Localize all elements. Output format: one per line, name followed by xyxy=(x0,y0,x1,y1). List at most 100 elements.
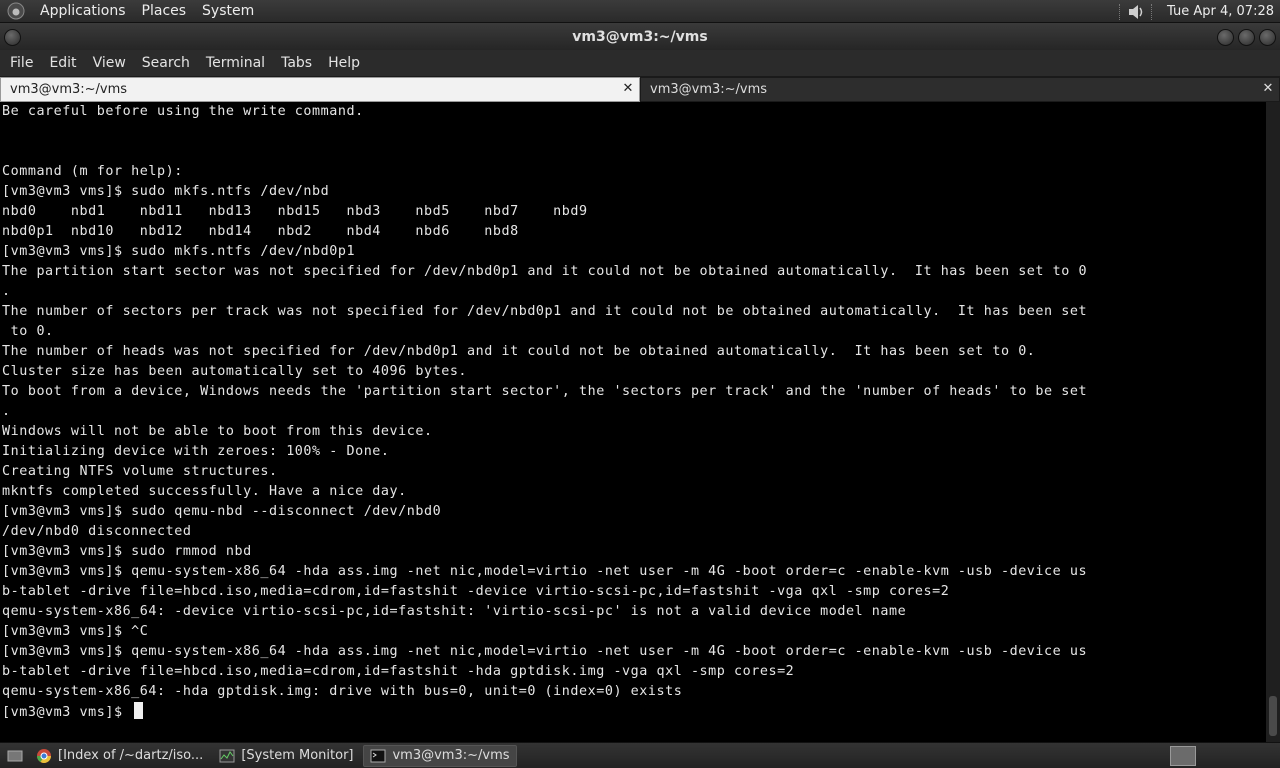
terminal-line: qemu-system-x86_64: -device virtio-scsi-… xyxy=(0,602,1266,622)
terminal-line-text: b-tablet -drive file=hbcd.iso,media=cdro… xyxy=(2,664,795,679)
terminal-line: [vm3@vm3 vms]$ sudo mkfs.ntfs /dev/nbd xyxy=(0,182,1266,202)
window-title: vm3@vm3:~/vms xyxy=(572,28,708,45)
terminal-line-text: [vm3@vm3 vms]$ ^C xyxy=(2,624,149,639)
taskbar-item-system-monitor[interactable]: [System Monitor] xyxy=(213,745,359,767)
terminal-line: b-tablet -drive file=hbcd.iso,media=cdro… xyxy=(0,582,1266,602)
bottom-panel: [Index of /~dartz/iso... [System Monitor… xyxy=(0,742,1280,768)
menu-terminal[interactable]: Terminal xyxy=(198,50,273,76)
terminal-line-text: . xyxy=(2,284,11,299)
places-menu[interactable]: Places xyxy=(134,0,195,23)
panel-tray: Tue Apr 4, 07:28 xyxy=(1113,0,1274,23)
terminal-output[interactable]: Be careful before using the write comman… xyxy=(0,102,1266,742)
terminal-line-text: /dev/nbd0 disconnected xyxy=(2,524,192,539)
terminal-line-text: Creating NTFS volume structures. xyxy=(2,464,278,479)
terminal-line: To boot from a device, Windows needs the… xyxy=(0,382,1266,402)
show-desktop-icon[interactable] xyxy=(6,747,24,765)
tab-label: vm3@vm3:~/vms xyxy=(650,82,768,97)
menu-edit[interactable]: Edit xyxy=(41,50,84,76)
menu-file[interactable]: File xyxy=(2,50,41,76)
terminal-line: to 0. xyxy=(0,322,1266,342)
terminal-line-text: [vm3@vm3 vms]$ xyxy=(2,705,132,720)
maximize-button[interactable] xyxy=(1238,29,1255,46)
menu-search[interactable]: Search xyxy=(134,50,198,76)
terminal-line-text: [vm3@vm3 vms]$ qemu-system-x86_64 -hda a… xyxy=(2,644,1088,659)
terminal-line: Windows will not be able to boot from th… xyxy=(0,422,1266,442)
menu-tabs[interactable]: Tabs xyxy=(273,50,320,76)
terminal-icon xyxy=(370,748,386,764)
terminal-line-text: mkntfs completed successfully. Have a ni… xyxy=(2,484,407,499)
terminal-line: The number of sectors per track was not … xyxy=(0,302,1266,322)
terminal-line-text: The partition start sector was not speci… xyxy=(2,264,1088,279)
system-menu[interactable]: System xyxy=(194,0,262,23)
terminal-line: /dev/nbd0 disconnected xyxy=(0,522,1266,542)
tab-bar: vm3@vm3:~/vms ✕ vm3@vm3:~/vms ✕ xyxy=(0,77,1280,102)
applications-menu[interactable]: Applications xyxy=(32,0,134,23)
terminal-line-text: The number of sectors per track was not … xyxy=(2,304,1088,319)
terminal-line: mkntfs completed successfully. Have a ni… xyxy=(0,482,1266,502)
tab-terminal-2[interactable]: vm3@vm3:~/vms ✕ xyxy=(640,77,1280,102)
terminal-line: Cluster size has been automatically set … xyxy=(0,362,1266,382)
terminal-line: Command (m for help): xyxy=(0,162,1266,182)
system-monitor-icon xyxy=(219,748,235,764)
terminal-line: [vm3@vm3 vms]$ ^C xyxy=(0,622,1266,642)
tab-terminal-1[interactable]: vm3@vm3:~/vms ✕ xyxy=(0,77,640,102)
terminal-line: Initializing device with zeroes: 100% - … xyxy=(0,442,1266,462)
close-button[interactable] xyxy=(1259,29,1276,46)
window-titlebar[interactable]: vm3@vm3:~/vms xyxy=(0,23,1280,50)
terminal-line: . xyxy=(0,282,1266,302)
workspace-switcher[interactable] xyxy=(1170,746,1196,766)
terminal-line: [vm3@vm3 vms]$ xyxy=(0,702,1266,722)
panel-separator xyxy=(1119,3,1121,20)
terminal-line-text: qemu-system-x86_64: -device virtio-scsi-… xyxy=(2,604,907,619)
taskbar-label: vm3@vm3:~/vms xyxy=(392,748,510,763)
taskbar-label: [Index of /~dartz/iso... xyxy=(58,748,204,763)
terminal-line-text: [vm3@vm3 vms]$ qemu-system-x86_64 -hda a… xyxy=(2,564,1088,579)
taskbar-label: [System Monitor] xyxy=(241,748,354,763)
scrollbar-thumb[interactable] xyxy=(1269,696,1277,736)
close-tab-icon[interactable]: ✕ xyxy=(621,82,635,96)
terminal-cursor xyxy=(134,702,144,719)
terminal-line-text: Windows will not be able to boot from th… xyxy=(2,424,433,439)
chrome-icon xyxy=(36,748,52,764)
terminal-line: Creating NTFS volume structures. xyxy=(0,462,1266,482)
terminal-line-text: [vm3@vm3 vms]$ sudo mkfs.ntfs /dev/nbd0p… xyxy=(2,244,356,259)
terminal-line: [vm3@vm3 vms]$ sudo rmmod nbd xyxy=(0,542,1266,562)
terminal-line: nbd0p1 nbd10 nbd12 nbd14 nbd2 nbd4 nbd6 … xyxy=(0,222,1266,242)
top-panel: Applications Places System Tue Apr 4, 07… xyxy=(0,0,1280,23)
terminal-line: [vm3@vm3 vms]$ qemu-system-x86_64 -hda a… xyxy=(0,642,1266,662)
menu-view[interactable]: View xyxy=(85,50,134,76)
terminal-line: The number of heads was not specified fo… xyxy=(0,342,1266,362)
minimize-button[interactable] xyxy=(1217,29,1234,46)
terminal-line-text: Initializing device with zeroes: 100% - … xyxy=(2,444,390,459)
window-menu-button[interactable] xyxy=(4,29,21,46)
terminal-line: qemu-system-x86_64: -hda gptdisk.img: dr… xyxy=(0,682,1266,702)
taskbar-item-terminal[interactable]: vm3@vm3:~/vms xyxy=(363,744,517,767)
terminal-line-text: [vm3@vm3 vms]$ sudo qemu-nbd --disconnec… xyxy=(2,504,442,519)
terminal-line: [vm3@vm3 vms]$ qemu-system-x86_64 -hda a… xyxy=(0,562,1266,582)
terminal-line-text: The number of heads was not specified fo… xyxy=(2,344,1036,359)
terminal-line-text: To boot from a device, Windows needs the… xyxy=(2,384,1088,399)
terminal-line-text: b-tablet -drive file=hbcd.iso,media=cdro… xyxy=(2,584,950,599)
volume-icon[interactable] xyxy=(1127,3,1145,21)
gnome-foot-icon[interactable] xyxy=(6,2,26,20)
terminal-line-text: to 0. xyxy=(2,324,54,339)
panel-menus: Applications Places System xyxy=(0,0,262,23)
terminal-line-text: [vm3@vm3 vms]$ sudo rmmod nbd xyxy=(2,544,252,559)
terminal-line-text: Be careful before using the write comman… xyxy=(2,104,364,119)
terminal-line-text: [vm3@vm3 vms]$ sudo mkfs.ntfs /dev/nbd xyxy=(2,184,330,199)
menu-help[interactable]: Help xyxy=(320,50,368,76)
terminal-line: nbd0 nbd1 nbd11 nbd13 nbd15 nbd3 nbd5 nb… xyxy=(0,202,1266,222)
tab-label: vm3@vm3:~/vms xyxy=(10,82,128,97)
terminal-line: The partition start sector was not speci… xyxy=(0,262,1266,282)
menubar: File Edit View Search Terminal Tabs Help xyxy=(0,50,1280,76)
close-tab-icon[interactable]: ✕ xyxy=(1261,82,1275,96)
terminal-line: [vm3@vm3 vms]$ sudo mkfs.ntfs /dev/nbd0p… xyxy=(0,242,1266,262)
panel-separator xyxy=(1151,3,1153,20)
terminal-line-text: Cluster size has been automatically set … xyxy=(2,364,468,379)
terminal-scrollbar[interactable] xyxy=(1266,102,1280,742)
clock[interactable]: Tue Apr 4, 07:28 xyxy=(1167,4,1274,19)
terminal-line-text: nbd0 nbd1 nbd11 nbd13 nbd15 nbd3 nbd5 nb… xyxy=(2,204,588,219)
taskbar-item-browser[interactable]: [Index of /~dartz/iso... xyxy=(30,745,209,767)
terminal-line-text: nbd0p1 nbd10 nbd12 nbd14 nbd2 nbd4 nbd6 … xyxy=(2,224,519,239)
